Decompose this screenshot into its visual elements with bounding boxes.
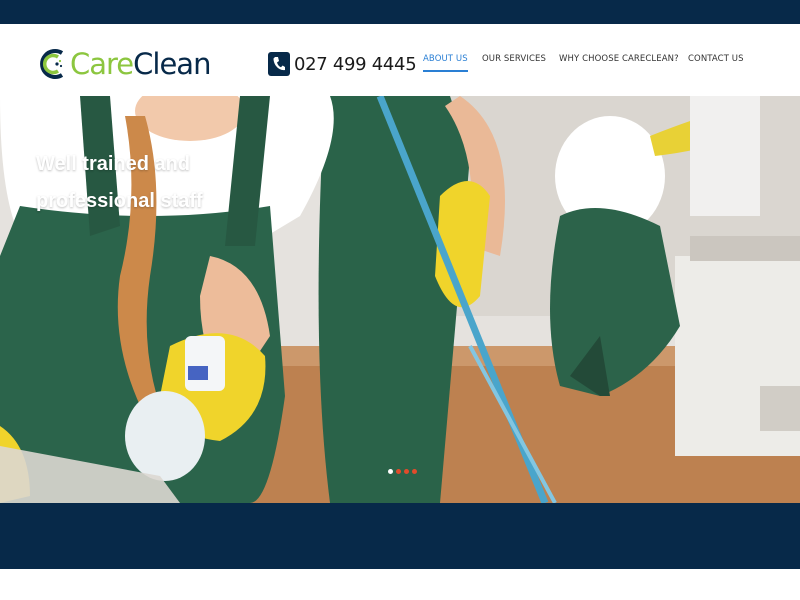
hero-slider[interactable]: Well trained and professional staff (0, 96, 800, 503)
main-nav: ABOUT US OUR SERVICES WHY CHOOSE CARECLE… (0, 54, 800, 76)
navy-band (0, 503, 800, 569)
slider-dot-1[interactable] (388, 469, 393, 474)
nav-contact-us[interactable]: CONTACT US (688, 54, 744, 64)
nav-about-us[interactable]: ABOUT US (423, 54, 468, 72)
slider-dots (388, 469, 417, 474)
slider-dot-2[interactable] (396, 469, 401, 474)
slider-dot-3[interactable] (404, 469, 409, 474)
hero-title: Well trained and professional staff (36, 153, 203, 212)
top-bar (0, 0, 800, 24)
nav-our-services[interactable]: OUR SERVICES (482, 54, 546, 64)
slider-dot-4[interactable] (412, 469, 417, 474)
site-header: CareClean 027 499 4445 ABOUT US OUR SERV… (0, 24, 800, 96)
nav-why-choose-careclean[interactable]: WHY CHOOSE CARECLEAN? (559, 54, 679, 64)
